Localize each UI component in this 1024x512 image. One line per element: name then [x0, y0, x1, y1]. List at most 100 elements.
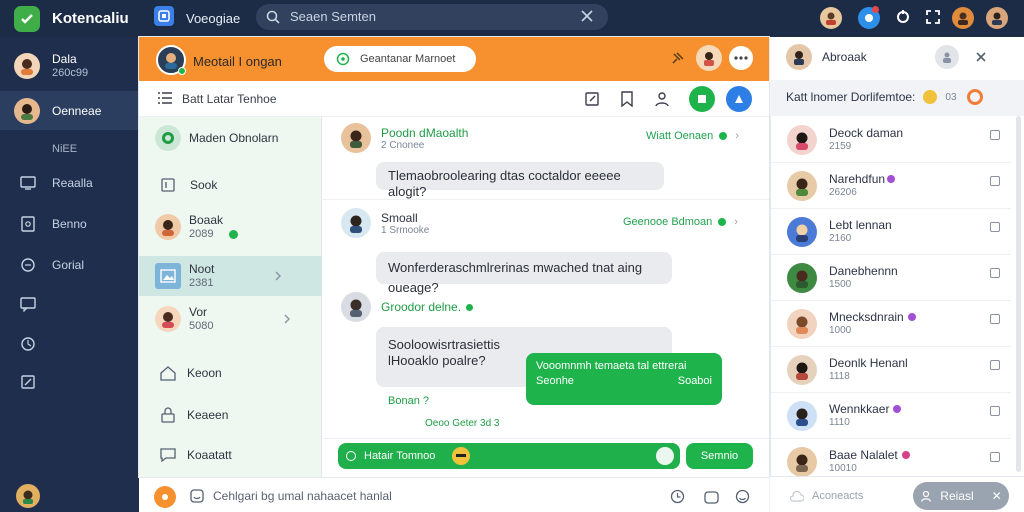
- send-button[interactable]: Semnio: [686, 443, 753, 469]
- contact-checkbox[interactable]: [990, 176, 1000, 186]
- contact-checkbox[interactable]: [990, 452, 1000, 462]
- nav-item-label: Gorial: [52, 258, 85, 272]
- participant-avatar[interactable]: [696, 45, 722, 71]
- contact-row[interactable]: Narehdfun 26206: [771, 163, 1011, 209]
- document-icon: [21, 216, 35, 232]
- status-ring-icon[interactable]: [966, 89, 983, 105]
- sender-avatar[interactable]: [341, 292, 371, 322]
- search-input[interactable]: Seaen Semten: [256, 4, 608, 30]
- compose-icon[interactable]: [581, 88, 603, 110]
- contact-name: Narehdfun: [829, 171, 886, 186]
- contact-row[interactable]: Mnecksdnrain 1000: [771, 301, 1011, 347]
- footer-input[interactable]: Cehlgari bg umal nahaacet hanlal: [213, 489, 392, 503]
- message-bubble: Wonferderaschmlrerinas mwached tnat aing…: [376, 252, 672, 295]
- notification-badge: [872, 6, 879, 13]
- contact-row[interactable]: Lebt lennan 2160: [771, 209, 1011, 255]
- contact-header-avatar[interactable]: [786, 44, 812, 70]
- badge-icon: [893, 404, 902, 413]
- contact-name: Lebt lennan: [829, 217, 892, 232]
- conversation-item[interactable]: Vor 5080: [139, 296, 322, 342]
- workspace-icon[interactable]: [154, 6, 174, 26]
- footer-logo-icon[interactable]: [154, 486, 176, 508]
- contact-checkbox[interactable]: [990, 314, 1000, 324]
- contact-row[interactable]: Deonlk Henanl 1118: [771, 347, 1011, 393]
- list-icon[interactable]: [158, 92, 172, 104]
- conversation-item[interactable]: Boaak 2089: [139, 204, 322, 250]
- nav-item-active[interactable]: Oenneae: [0, 91, 139, 130]
- contact-checkbox[interactable]: [990, 406, 1000, 416]
- video-call-button[interactable]: [689, 86, 715, 112]
- contact-name: Wennkkaer: [829, 401, 890, 416]
- sticker-icon[interactable]: [452, 447, 470, 465]
- nav-item-edit[interactable]: [0, 362, 139, 402]
- conversation-item[interactable]: Keoon: [139, 350, 322, 396]
- bottom-avatar[interactable]: [16, 484, 40, 508]
- bookmark-icon[interactable]: [616, 88, 638, 110]
- search-clear-icon[interactable]: [580, 9, 594, 23]
- image-icon: [155, 263, 181, 289]
- sender-avatar[interactable]: [341, 208, 371, 238]
- smile-icon[interactable]: [190, 489, 204, 503]
- conversation-meta: 2089: [189, 228, 214, 240]
- contact-row[interactable]: Wennkkaer 1110: [771, 393, 1011, 439]
- contacts-scrollbar[interactable]: [1016, 116, 1021, 472]
- contact-avatar: [787, 124, 817, 155]
- reply-arrow-icon[interactable]: ›: [734, 216, 738, 228]
- contacts-footer-label: Aconeacts: [812, 490, 864, 502]
- clock-icon[interactable]: [670, 489, 685, 504]
- contact-checkbox[interactable]: [990, 268, 1000, 278]
- person-icon[interactable]: [651, 88, 673, 110]
- more-options-button[interactable]: [729, 46, 753, 70]
- close-icon[interactable]: ✕: [992, 489, 1002, 503]
- contact-name: Danebhennn: [829, 263, 898, 278]
- action-pill-label: Geantanar Marnoet: [360, 53, 456, 65]
- contact-row[interactable]: Deock daman 2159: [771, 117, 1011, 163]
- history-icon: [21, 337, 35, 351]
- emoji-icon[interactable]: [735, 489, 750, 504]
- gift-icon[interactable]: [704, 489, 719, 504]
- attachment-icon[interactable]: [656, 447, 674, 465]
- nav-item-history[interactable]: [0, 324, 139, 364]
- pin-icon[interactable]: [670, 52, 684, 66]
- nav-active-label: Oenneae: [52, 103, 102, 118]
- conversation-item[interactable]: Maden Obnolarn: [139, 115, 322, 161]
- contacts-footer-link[interactable]: Aconeacts: [790, 490, 863, 502]
- nav-item-reaalla[interactable]: Reaalla: [0, 163, 139, 203]
- reply-timestamp: Oeoo Geter 3d 3: [425, 418, 500, 429]
- user-avatar[interactable]: [820, 7, 842, 29]
- sender-avatar[interactable]: [341, 123, 371, 153]
- nav-item-gorial[interactable]: Gorial: [0, 245, 139, 285]
- conversation-name: Sook: [190, 178, 218, 192]
- profile-icon[interactable]: [935, 45, 959, 69]
- nav-current-user[interactable]: Dala 260c99: [0, 40, 139, 91]
- profile-avatar[interactable]: [952, 7, 974, 29]
- contacts-action-button[interactable]: Reiasl ✕: [913, 482, 1009, 510]
- cloud-icon: [790, 490, 804, 502]
- close-icon[interactable]: [975, 51, 987, 63]
- contacts-action-label: Reiasl: [940, 489, 974, 503]
- reply-arrow-icon[interactable]: ›: [735, 130, 739, 142]
- contact-checkbox[interactable]: [990, 360, 1000, 370]
- nav-item-label: Reaalla: [52, 176, 93, 190]
- emoji-icon[interactable]: [346, 451, 356, 461]
- contact-checkbox[interactable]: [990, 222, 1000, 232]
- contact-row[interactable]: Danebhennn 1500: [771, 255, 1011, 301]
- contact-checkbox[interactable]: [990, 130, 1000, 140]
- contact-meta: 2159: [829, 140, 852, 152]
- contact-meta: 26206: [829, 186, 857, 198]
- conversation-item[interactable]: Sook: [139, 162, 322, 208]
- account-avatar[interactable]: [986, 7, 1008, 29]
- message-text: Sooloowisrtrasiettis lHooaklo poalre?: [388, 337, 500, 368]
- app-logo-icon[interactable]: [14, 6, 40, 32]
- nav-item-messages[interactable]: [0, 284, 139, 324]
- voice-call-button[interactable]: [726, 86, 752, 112]
- message-input[interactable]: Hatair Tomnoo: [338, 443, 680, 469]
- chevron-right-icon: [284, 314, 291, 324]
- nav-item-benno[interactable]: Benno: [0, 204, 139, 244]
- action-pill-button[interactable]: Geantanar Marnoet: [324, 46, 476, 72]
- conversation-item-selected[interactable]: Noot 2381: [139, 256, 322, 296]
- conversation-item[interactable]: Koaatatt: [139, 432, 322, 478]
- expand-icon[interactable]: [925, 9, 941, 25]
- settings-icon[interactable]: [895, 9, 911, 25]
- contact-meta: 1110: [829, 416, 850, 428]
